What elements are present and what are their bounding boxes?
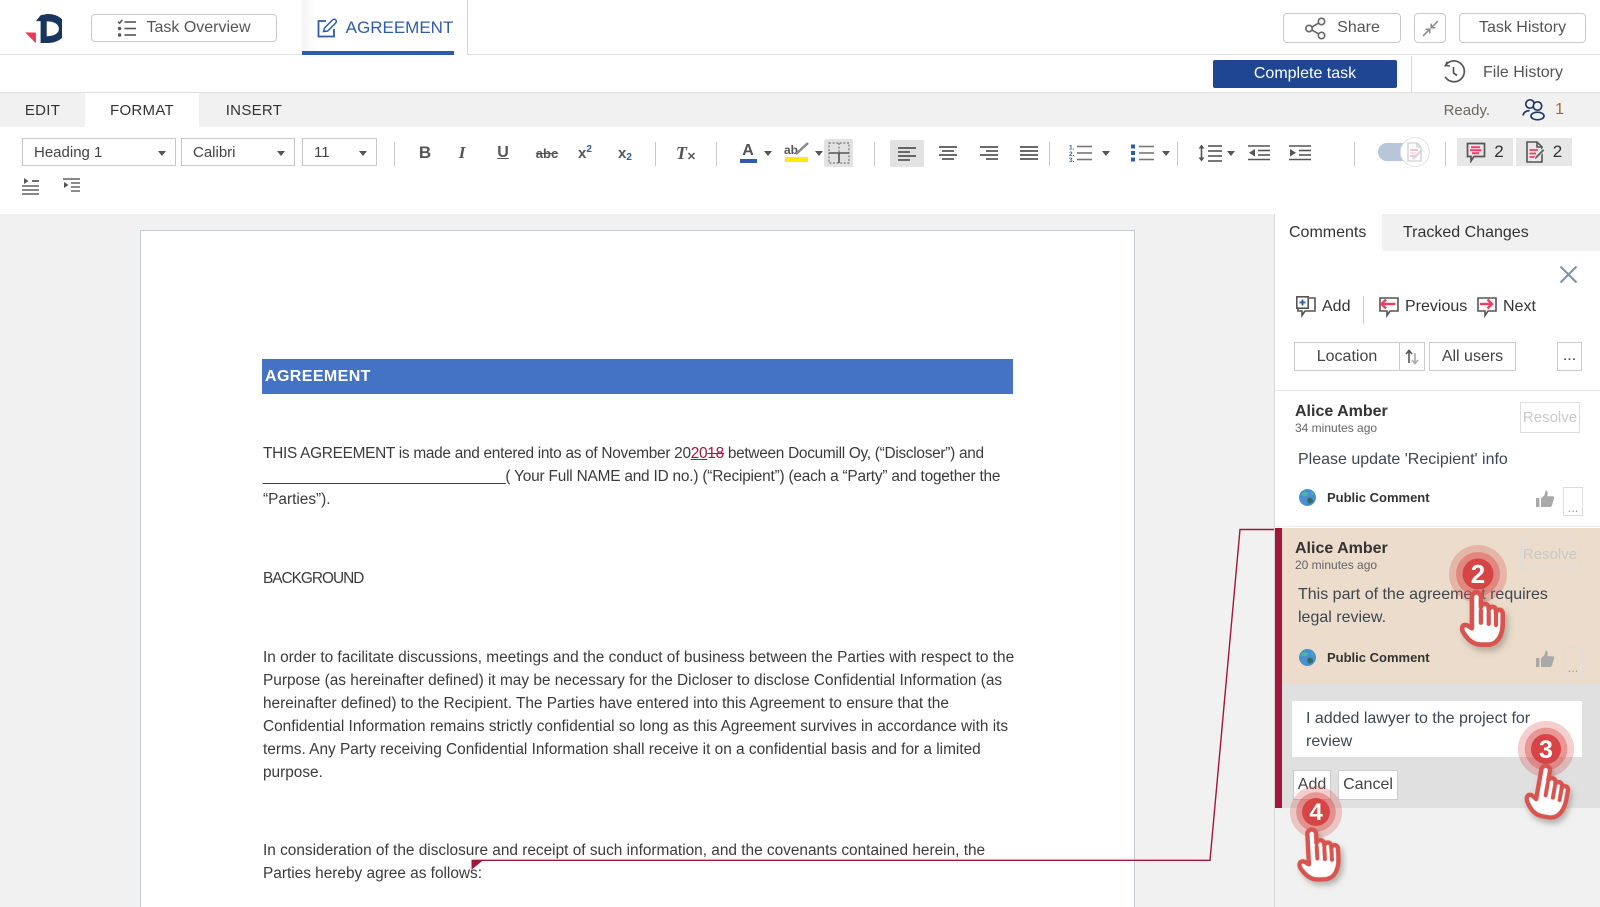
svg-text:3.: 3.: [1069, 157, 1075, 162]
svg-text:ab: ab: [784, 143, 798, 157]
